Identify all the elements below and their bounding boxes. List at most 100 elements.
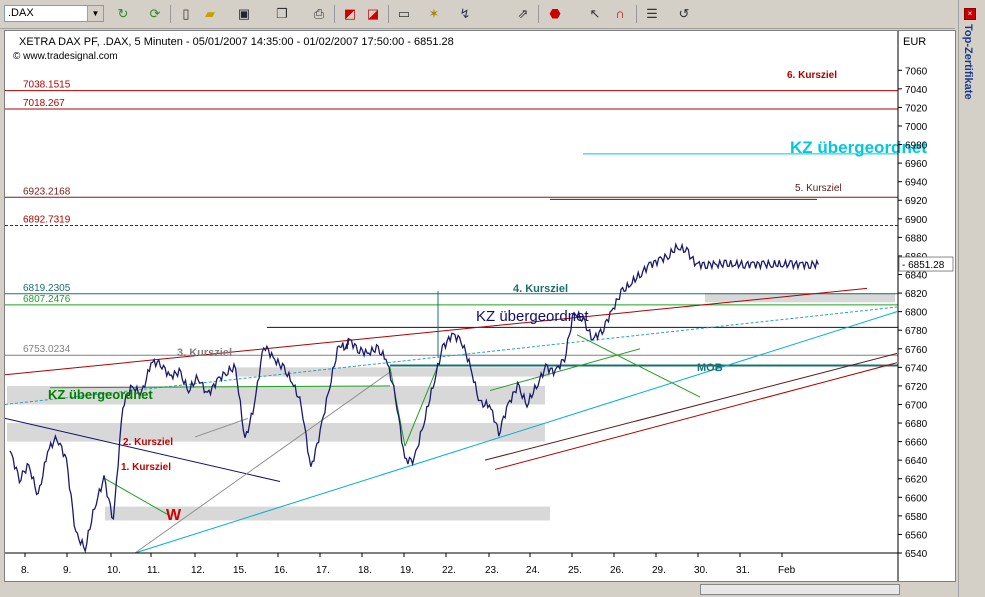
level-label: 6807.2476 — [23, 294, 71, 305]
close-icon[interactable]: × — [964, 8, 976, 20]
x-tick-label: 30. — [694, 565, 708, 576]
x-tick-label: 31. — [736, 565, 750, 576]
annotation-label: KZ übergeordnet — [48, 387, 153, 402]
annotation-label: 2. Kursziel — [123, 437, 173, 448]
y-tick-label: 6840 — [905, 271, 928, 282]
y-tick-label: 7060 — [905, 66, 928, 77]
copy-icon[interactable]: ❐ — [272, 4, 292, 24]
x-tick-label: 11. — [147, 565, 160, 576]
x-tick-label: Feb — [778, 565, 796, 576]
x-tick-label: 19. — [400, 565, 414, 576]
x-tick-label: 9. — [63, 565, 71, 576]
window-icon[interactable]: ▭ — [394, 4, 414, 24]
sparkle-icon[interactable]: ✶ — [424, 4, 444, 24]
separator — [170, 5, 171, 23]
level-label: 7018.267 — [23, 98, 65, 109]
undo-icon[interactable]: ↺ — [674, 4, 694, 24]
stop-icon[interactable]: ⬣ — [545, 4, 565, 24]
pointer-icon[interactable]: ↖ — [585, 4, 605, 24]
annotation-label: MOB — [697, 362, 723, 374]
trend-line — [494, 362, 898, 470]
x-tick-label: 17. — [316, 565, 330, 576]
chart2-icon[interactable]: ◪ — [363, 4, 383, 24]
y-tick-label: 6620 — [905, 475, 928, 486]
chart-panel[interactable]: 7038.1515 7018.267 6923.2168 6892.7319 6819.… — [4, 30, 956, 582]
level-label: 6892.7319 — [23, 215, 71, 226]
chart-title: XETRA DAX PF, .DAX, 5 Minuten - 05/01/20… — [19, 36, 454, 48]
currency-label: EUR — [903, 36, 926, 48]
annotation-label: 3. Kursziel — [177, 347, 232, 359]
separator — [636, 5, 637, 23]
symbol-value: .DAX — [8, 7, 34, 19]
annotation-label: 6. Kursziel — [787, 70, 837, 81]
y-tick-label: 6660 — [905, 438, 928, 449]
y-tick-label: 6580 — [905, 512, 928, 523]
y-tick-label: 6600 — [905, 493, 928, 504]
level-label: 6923.2168 — [23, 186, 71, 197]
annotation-label: 1. Kursziel — [121, 462, 171, 473]
new-icon[interactable]: ▯ — [176, 4, 196, 24]
refresh-icon[interactable]: ↻ — [113, 4, 133, 24]
y-tick-label: 6940 — [905, 178, 928, 189]
export-icon[interactable]: ⇗ — [513, 4, 533, 24]
annotation-label: 4. Kursziel — [513, 283, 568, 295]
x-tick-label: 18. — [358, 565, 372, 576]
x-tick-label: 25. — [568, 565, 582, 576]
y-tick-label: 7000 — [905, 122, 928, 133]
y-tick-label: 6960 — [905, 159, 928, 170]
symbol-input[interactable]: .DAX ▼ — [4, 5, 104, 22]
open-icon[interactable]: ▰ — [200, 4, 220, 24]
level-label: 7038.1515 — [23, 80, 71, 91]
support-band — [705, 293, 895, 303]
y-tick-label: 6800 — [905, 308, 928, 319]
support-band — [7, 423, 545, 442]
sidebar-label[interactable]: Top-Zertifikate — [962, 24, 974, 100]
x-tick-label: 10. — [107, 565, 121, 576]
y-tick-label: 6980 — [905, 141, 928, 152]
annotation-label: 5. Kursziel — [795, 183, 842, 194]
level-label: 6753.0234 — [23, 344, 71, 355]
reload-icon[interactable]: ⟳ — [145, 4, 165, 24]
x-tick-label: 24. — [526, 565, 540, 576]
y-tick-label: 7020 — [905, 103, 928, 114]
magnet-icon[interactable]: ∩ — [610, 4, 630, 24]
draw-icon[interactable]: ↯ — [455, 4, 475, 24]
level-label: 6819.2305 — [23, 283, 71, 294]
x-tick-label: 26. — [610, 565, 624, 576]
support-band — [235, 367, 550, 377]
annotation-label: W — [166, 507, 182, 524]
x-tick-label: 12. — [191, 565, 205, 576]
y-tick-label: 6920 — [905, 196, 928, 207]
y-tick-label: 6560 — [905, 530, 928, 541]
last-price-label: - 6851.28 — [902, 260, 945, 271]
x-tick-label: 29. — [652, 565, 666, 576]
scrollbar[interactable] — [700, 584, 900, 595]
x-tick-label: 8. — [21, 565, 29, 576]
chart-source: © www.tradesignal.com — [13, 51, 118, 62]
print-icon[interactable]: ⎙ — [309, 4, 329, 24]
y-tick-label: 6900 — [905, 215, 928, 226]
separator — [388, 5, 389, 23]
y-tick-label: 6700 — [905, 400, 928, 411]
save-icon[interactable]: ▣ — [234, 4, 254, 24]
y-tick-label: 6680 — [905, 419, 928, 430]
y-tick-label: 6720 — [905, 382, 928, 393]
y-tick-label: 6640 — [905, 456, 928, 467]
annotation-label: KZ übergeordnet — [476, 308, 589, 325]
chart-icon[interactable]: ◩ — [340, 4, 360, 24]
y-tick-label: 6540 — [905, 549, 928, 560]
x-tick-label: 23. — [485, 565, 499, 576]
y-tick-label: 6760 — [905, 345, 928, 356]
properties-icon[interactable]: ☰ — [642, 4, 662, 24]
y-tick-label: 7040 — [905, 85, 928, 96]
x-tick-label: 22. — [442, 565, 456, 576]
y-tick-label: 6880 — [905, 233, 928, 244]
sidebar: × Top-Zertifikate — [958, 0, 985, 597]
separator — [538, 5, 539, 23]
chart-svg: 7038.1515 7018.267 6923.2168 6892.7319 6819.… — [4, 31, 954, 581]
y-tick-label: 6740 — [905, 363, 928, 374]
toolbar: .DAX ▼ ↻ ⟳ ▯ ▰ ▣ ❐ ⎙ ◩ ◪ ▭ ✶ ↯ ⇗ ⬣ ↖ ∩ ☰… — [0, 0, 955, 29]
x-tick-label: 16. — [274, 565, 288, 576]
y-tick-label: 6820 — [905, 289, 928, 300]
chevron-down-icon[interactable]: ▼ — [87, 6, 103, 21]
